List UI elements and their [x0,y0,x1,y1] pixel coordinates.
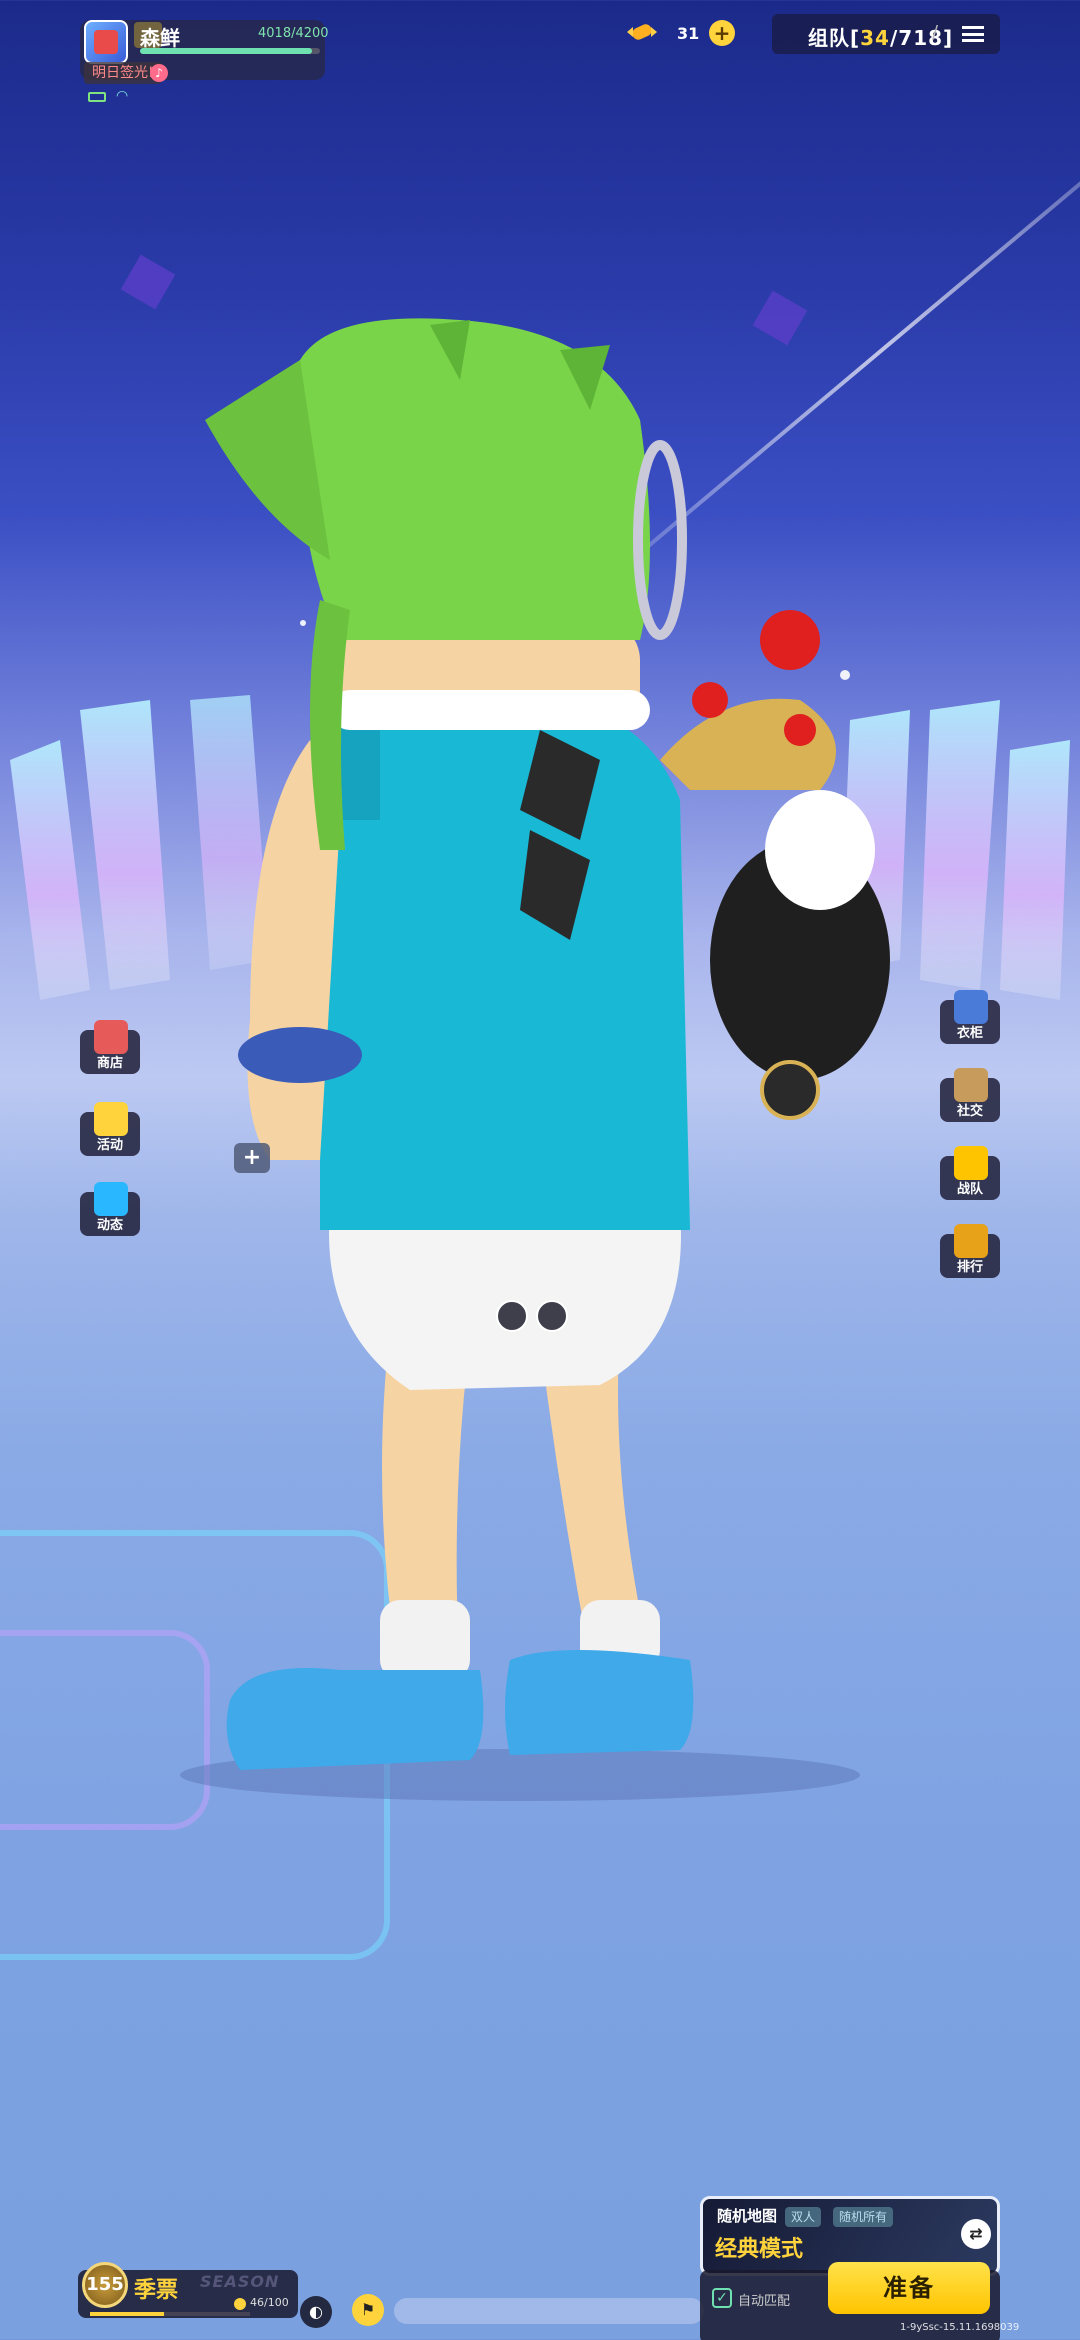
right-menu-wardrobe[interactable]: 衣柜 [940,990,1000,1060]
season-progress-bar [90,2312,250,2316]
add-candy-button[interactable]: + [709,20,735,46]
season-progress: 46/100 [250,2296,289,2309]
left-menu-shop[interactable]: 商店 [80,1020,140,1090]
candy-currency: 31 + [625,14,740,54]
music-icon: ♪ [150,64,168,82]
candy-count: 31 [677,24,700,43]
avatar[interactable] [84,20,128,64]
coin-icon [234,2298,246,2310]
season-title: 季票 [134,2278,179,2303]
social-icon [954,1068,988,1102]
auto-match-checkbox[interactable]: ✓ [712,2288,732,2308]
ranking-icon [954,1224,988,1258]
ready-button[interactable]: 准备 [828,2262,990,2314]
wifi-icon: ◠ [116,88,129,104]
wardrobe-icon [954,990,988,1024]
season-progress-fill [90,2312,164,2316]
player-nickname: 森鲜 [140,26,180,50]
exp-text: 4018/4200 [258,26,329,41]
exp-bar [140,48,320,54]
voice-button[interactable]: ◐ [300,2296,332,2328]
right-menu-label: 衣柜 [956,1026,983,1041]
shop-icon [94,1020,128,1054]
mode-map-label: 随机地图 [717,2207,778,2225]
mode-tag-duo: 双人 [785,2207,822,2227]
right-menu-label: 社交 [956,1104,983,1119]
exp-bar-fill [140,48,313,54]
player-character [180,318,890,1801]
switch-mode-icon[interactable]: ⇄ [961,2219,991,2249]
tap-icon [94,1182,128,1216]
auto-match-label: 自动匹配 [738,2294,791,2309]
season-watermark: SEASON [200,2272,280,2291]
right-menu-label: 战队 [956,1182,983,1197]
right-menu-ranking[interactable]: 排行 [940,1224,1000,1294]
right-menu-squad[interactable]: 战队 [940,1146,1000,1216]
build-version: 1-9ySsc-15.11.1698039 [900,2322,1020,2333]
flag-button[interactable]: ⚑ [352,2294,384,2326]
left-menu-label: 活动 [96,1138,123,1153]
candy-icon [627,24,657,40]
left-menu-tap[interactable]: 动态 [80,1182,140,1252]
menu-icon[interactable] [962,26,984,42]
view-toggle-left[interactable] [496,1300,528,1332]
squad-icon [954,1146,988,1180]
activity-icon [94,1102,128,1136]
add-accessory-button[interactable]: + [234,1143,270,1173]
season-level-badge: 155 [82,2262,128,2308]
camera-toggle-right[interactable] [536,1300,568,1332]
mode-tag-random: 随机所有 [833,2207,894,2227]
left-menu-label: 动态 [96,1218,123,1233]
left-menu-label: 商店 [96,1056,123,1071]
avatar-image [94,30,118,54]
left-menu-activity[interactable]: 活动 [80,1102,140,1172]
right-menu-label: 排行 [956,1260,983,1275]
chat-input-bar[interactable] [394,2298,704,2324]
right-menu-social[interactable]: 社交 [940,1068,1000,1138]
team-bar[interactable]: 组队[34/718] / [772,14,1000,54]
team-separator: / [932,22,939,43]
battery-icon [88,92,106,102]
mode-name: 经典模式 [715,2237,804,2262]
team-count: 34 [860,26,890,50]
game-scene: + [0,0,1080,2340]
